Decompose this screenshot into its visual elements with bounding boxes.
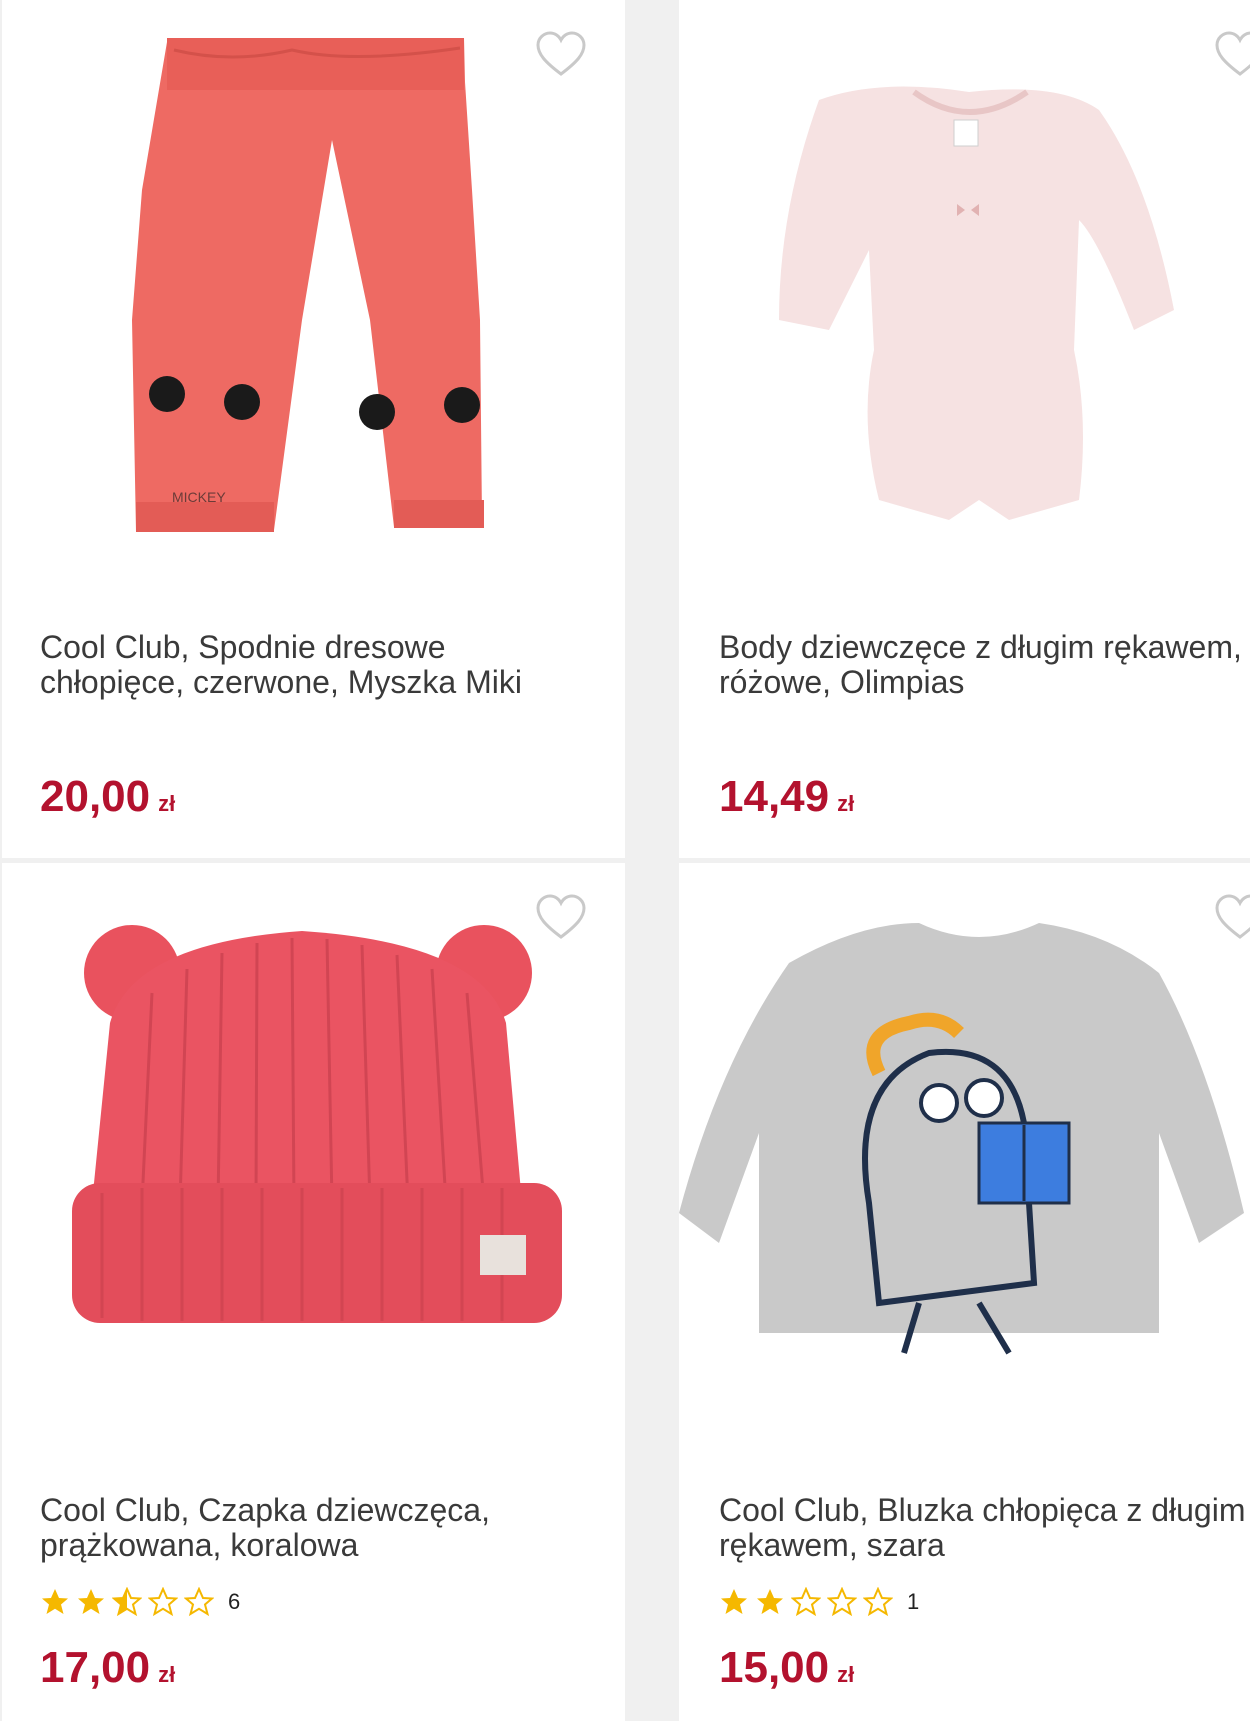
red-sweatpants-image[interactable]: MICKEY [2, 20, 625, 610]
star-rating: 1 [719, 1585, 919, 1619]
star-filled-icon [42, 1589, 68, 1614]
rating-count: 6 [228, 1589, 241, 1614]
star-rating: 6 [40, 1585, 240, 1619]
star-empty-icon [148, 1587, 178, 1617]
price-currency: zł [837, 791, 855, 816]
star-empty-icon [827, 1587, 857, 1617]
grey-longsleeve-image[interactable] [679, 883, 1250, 1473]
product-card[interactable]: Body dziewczęce z długim rękawem, różowe… [679, 0, 1250, 858]
product-price: 20,00 zł [40, 772, 175, 822]
pink-bodysuit-image[interactable] [679, 20, 1250, 610]
price-value: 17,00 [40, 1643, 151, 1692]
product-card[interactable]: MICKEY Cool Club, Spodnie dresowe chłopi… [2, 0, 625, 858]
product-price: 15,00 zł [719, 1643, 854, 1693]
product-card[interactable]: Cool Club, Czapka dziewczęca, prążkowana… [2, 863, 625, 1721]
product-title[interactable]: Body dziewczęce z długim rękawem, różowe… [719, 630, 1250, 700]
price-value: 15,00 [719, 1643, 830, 1692]
star-filled-icon [721, 1589, 747, 1614]
product-title[interactable]: Cool Club, Bluzka chłopięca z długim ręk… [719, 1493, 1250, 1563]
star-empty-icon [863, 1587, 893, 1617]
product-title[interactable]: Cool Club, Spodnie dresowe chłopięce, cz… [40, 630, 580, 700]
product-card[interactable]: Cool Club, Bluzka chłopięca z długim ręk… [679, 863, 1250, 1721]
coral-hat-image[interactable] [2, 883, 625, 1473]
product-grid: MICKEY Cool Club, Spodnie dresowe chłopi… [0, 0, 1250, 1721]
price-currency: zł [837, 1662, 855, 1687]
star-empty-icon [791, 1587, 821, 1617]
star-half-icon [112, 1587, 142, 1617]
rating-count: 1 [907, 1589, 920, 1614]
print-text: MICKEY [172, 489, 226, 505]
price-currency: zł [158, 1662, 176, 1687]
star-empty-icon [184, 1587, 214, 1617]
star-filled-icon [757, 1589, 783, 1614]
product-title[interactable]: Cool Club, Czapka dziewczęca, prążkowana… [40, 1493, 580, 1563]
product-price: 17,00 zł [40, 1643, 175, 1693]
price-value: 20,00 [40, 772, 151, 821]
star-filled-icon [78, 1589, 104, 1614]
price-value: 14,49 [719, 772, 830, 821]
price-currency: zł [158, 791, 176, 816]
product-price: 14,49 zł [719, 772, 854, 822]
